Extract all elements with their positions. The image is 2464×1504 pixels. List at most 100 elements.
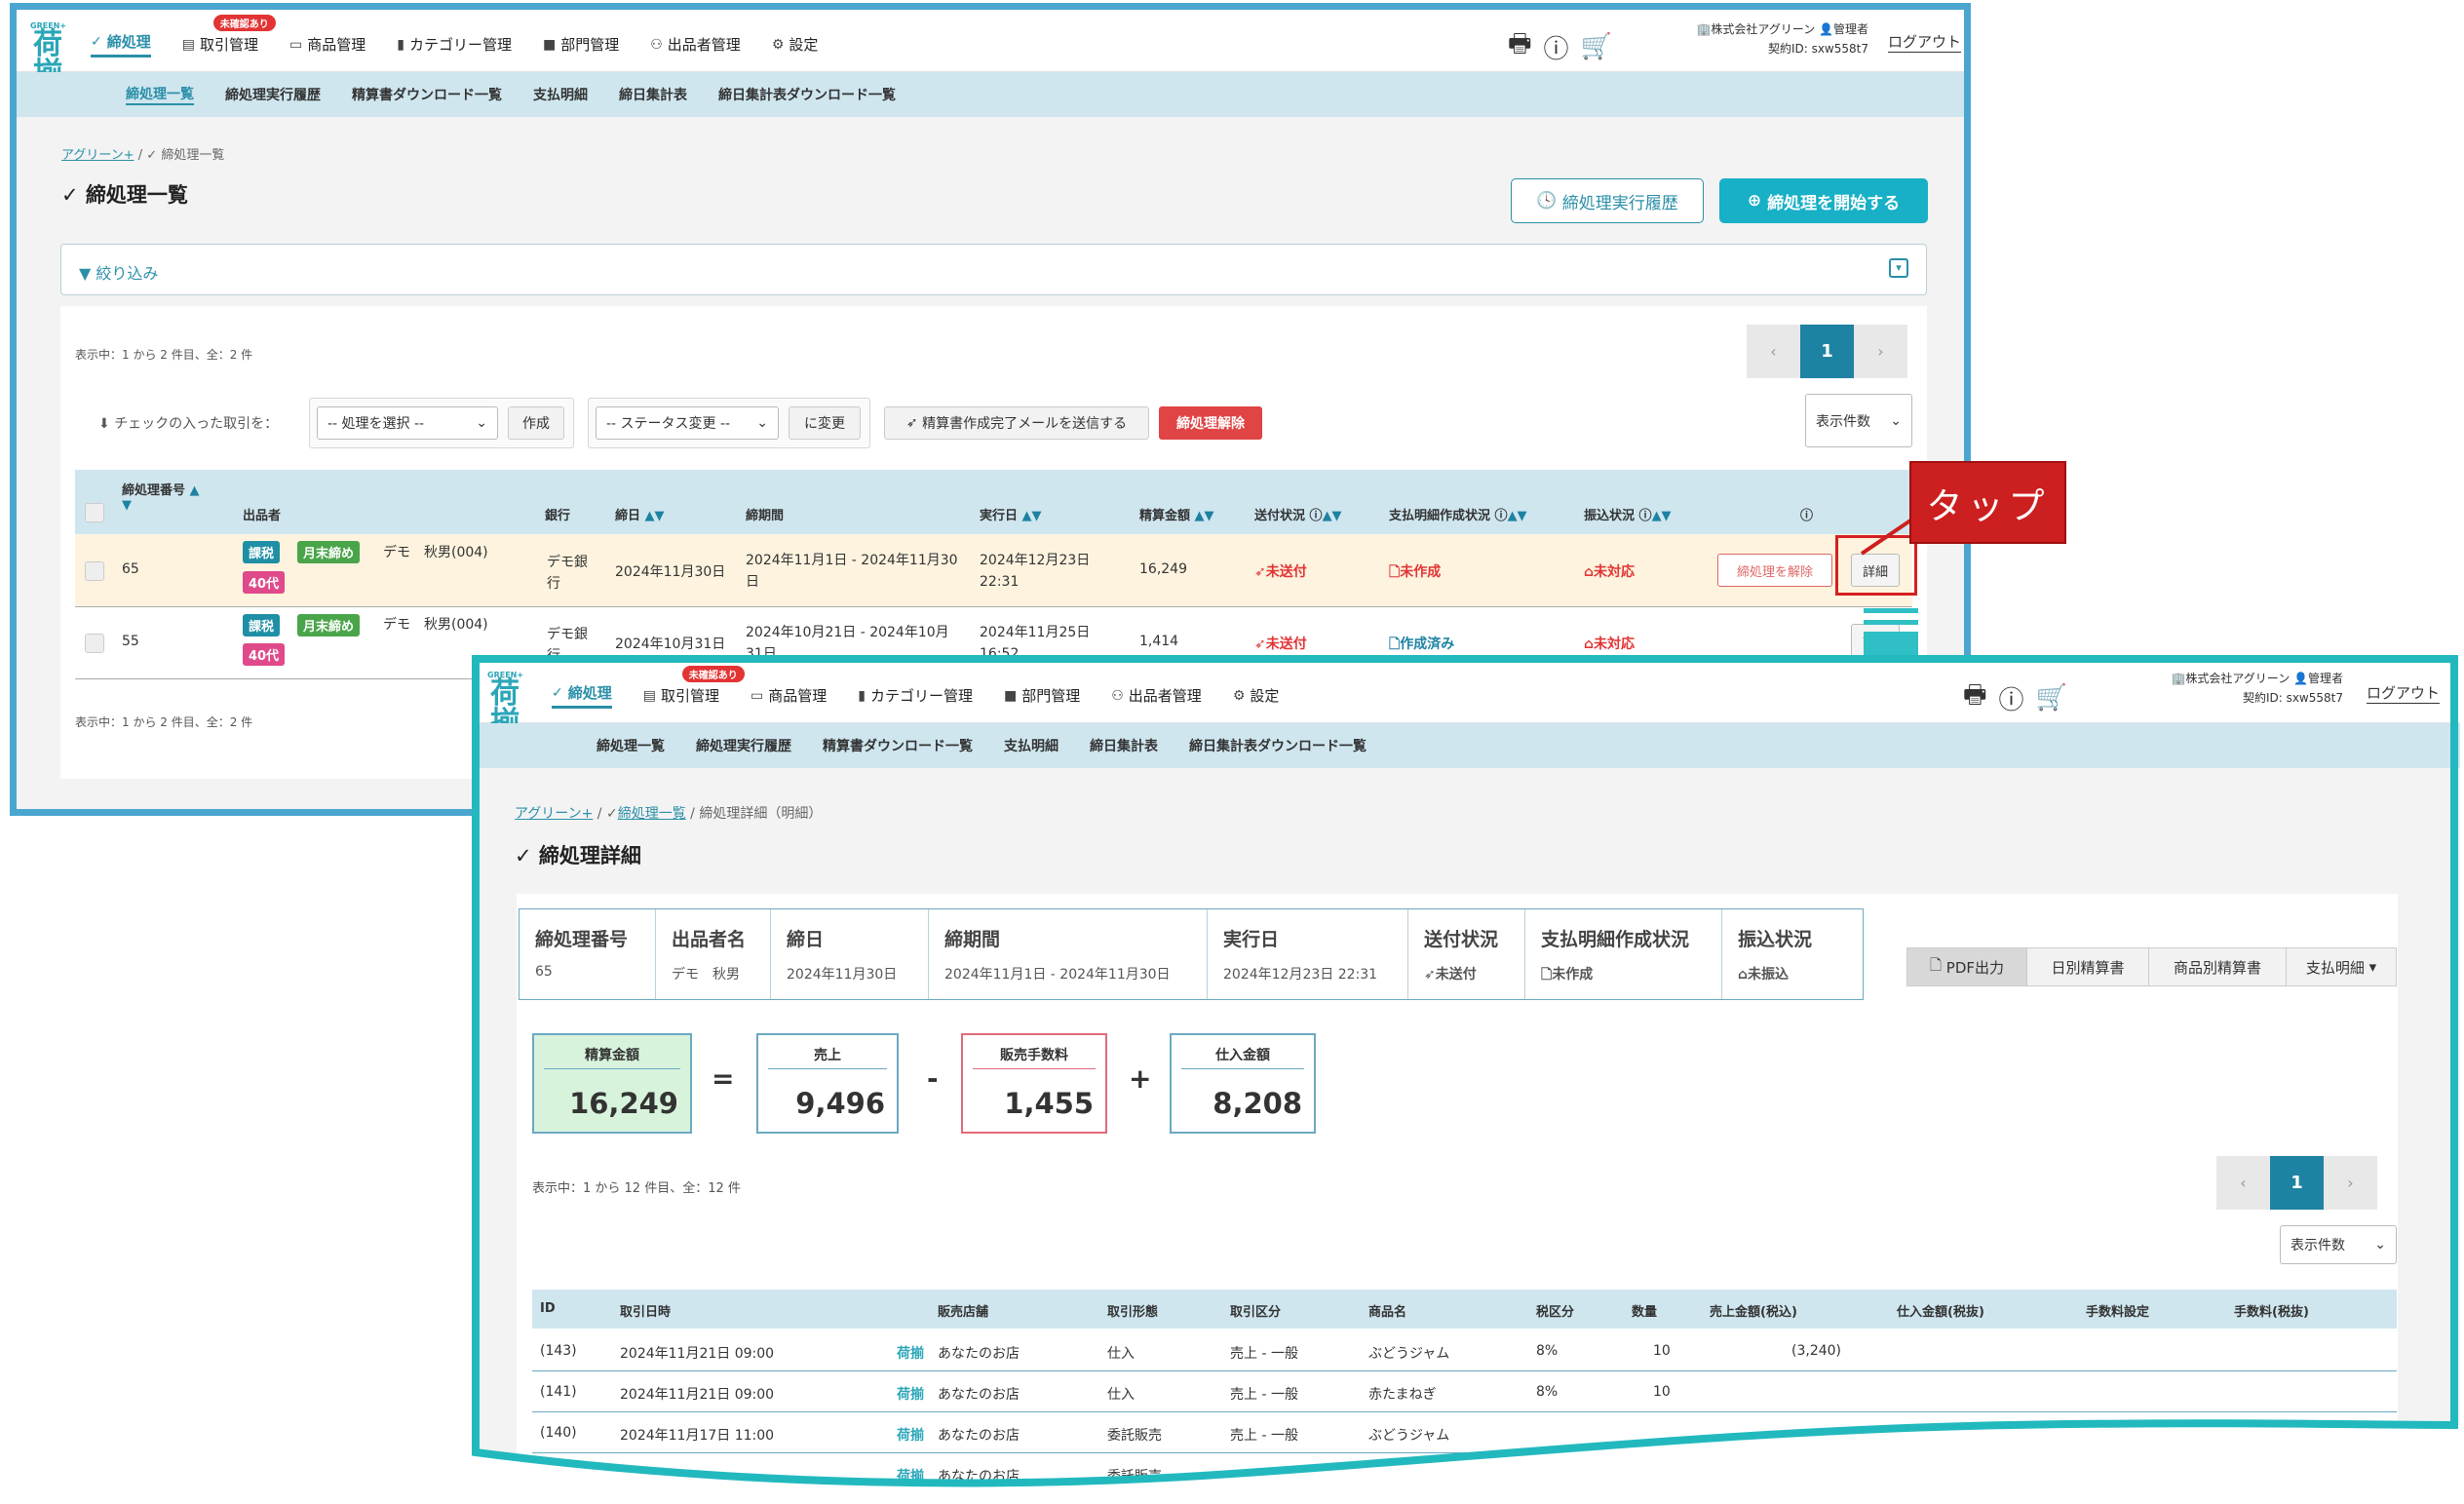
status-text: 未送付 xyxy=(1265,636,1307,652)
age-tag: 40代 xyxy=(243,643,286,666)
col-amount[interactable]: 精算金額 ▲▼ xyxy=(1139,505,1214,523)
change-button[interactable]: に変更 xyxy=(789,406,861,440)
nav-settings[interactable]: ⚙ 設定 xyxy=(772,34,819,55)
period-line: 2024年10月21日 - 2024年10月 xyxy=(746,625,949,640)
sort-icon: ▲▼ xyxy=(1651,509,1672,523)
create-button[interactable]: 作成 xyxy=(508,406,564,440)
nav-label: 取引管理 xyxy=(199,36,258,54)
sort-icon: ▲▼ xyxy=(644,509,665,523)
col-seller[interactable]: 出品者 xyxy=(243,505,281,523)
help-icon[interactable]: ⓘ xyxy=(1544,29,1569,65)
release-row-button[interactable]: 締処理を解除 xyxy=(1717,554,1832,587)
nav-categories[interactable]: ▮ カテゴリー管理 xyxy=(397,34,512,55)
filter-panel[interactable]: ▼ 絞り込み ▾ xyxy=(60,244,1927,295)
main-nav: ✓ 締処理 ▤ 取引管理 未確認あり ▭ 商品管理 ▮ カテゴリー管理 ■ 部門管理 ⚇ 出品… xyxy=(91,15,849,58)
sort-icon: ▲▼ xyxy=(1194,509,1214,523)
subnav-history[interactable]: 締処理実行履歴 xyxy=(225,85,321,104)
folder-icon: ■ xyxy=(542,36,557,53)
bulk-label-text: チェックの入った取引を： xyxy=(114,416,279,432)
tax-tag: 課税 xyxy=(243,541,281,563)
col-label: 送付状況 xyxy=(1254,509,1306,523)
start-closing-button[interactable]: ⊕ 締処理を開始する xyxy=(1719,178,1928,223)
breadcrumb-root[interactable]: アグリーン+ xyxy=(61,148,135,163)
check-circle-icon: ✓ xyxy=(61,183,79,207)
col-send-status[interactable]: 送付状況 ⓘ▲▼ xyxy=(1254,505,1342,523)
contract-id: 契約ID: sxw558t7 xyxy=(1767,42,1868,56)
table-header xyxy=(75,470,1912,534)
bank-line: デモ銀 xyxy=(547,627,588,642)
printer-icon[interactable]: 🖶 xyxy=(1508,25,1532,68)
col-close-date[interactable]: 締日 ▲▼ xyxy=(615,505,665,523)
subnav-payment[interactable]: 支払明細 xyxy=(533,85,588,104)
button-label: 締処理を開始する xyxy=(1767,193,1901,213)
subnav-summary-download[interactable]: 締日集計表ダウンロード一覧 xyxy=(718,85,896,104)
col-bank[interactable]: 銀行 xyxy=(545,505,570,523)
chevron-down-icon[interactable]: ▾ xyxy=(1889,258,1908,278)
release-closing-button[interactable]: 締処理解除 xyxy=(1159,406,1262,440)
row-closing-no[interactable]: 65 xyxy=(122,561,139,577)
subnav-closing-list[interactable]: 締処理一覧 xyxy=(126,84,194,105)
tax-tag: 課税 xyxy=(243,614,281,636)
bank-icon: ⌂ xyxy=(1584,564,1595,580)
col-payment-status[interactable]: 支払明細作成状況 ⓘ▲▼ xyxy=(1389,505,1527,523)
status-text: 未対応 xyxy=(1594,636,1636,652)
col-transfer-status[interactable]: 振込状況 ⓘ▲▼ xyxy=(1584,505,1672,523)
send-mail-button[interactable]: ➶ 精算書作成完了メールを送信する xyxy=(884,406,1149,440)
logout-link[interactable]: ログアウト xyxy=(1888,31,1962,53)
plus-circle-icon: ⊕ xyxy=(1747,191,1762,211)
period-line: 日 xyxy=(746,574,759,590)
subnav-statement-download[interactable]: 精算書ダウンロード一覧 xyxy=(352,85,502,104)
row-closing-no[interactable]: 55 xyxy=(122,634,139,649)
nav-departments[interactable]: ■ 部門管理 xyxy=(543,34,619,55)
page-1[interactable]: 1 xyxy=(1800,325,1854,378)
nav-closing[interactable]: ✓ 締処理 xyxy=(91,31,151,58)
nav-label: カテゴリー管理 xyxy=(408,36,512,54)
pagination: ‹ 1 › xyxy=(1747,325,1907,378)
nav-transactions[interactable]: ▤ 取引管理 未確認あり xyxy=(181,15,276,55)
row-checkbox[interactable] xyxy=(85,634,104,653)
send-icon: ➶ xyxy=(1254,636,1266,652)
sort-icon: ▲▼ xyxy=(1507,509,1527,523)
col-exec-date[interactable]: 実行日 ▲▼ xyxy=(980,505,1042,523)
row-amount: 1,414 xyxy=(1139,634,1179,649)
row-period: 2024年11月1日 - 2024年11月30 日 xyxy=(746,550,958,593)
header-icons: 🖶 ⓘ 🛒 xyxy=(1508,25,1612,68)
breadcrumb-current: 締処理一覧 xyxy=(161,148,225,163)
sort-icon: ▲▼ xyxy=(1021,509,1042,523)
closing-history-button[interactable]: 🕓 締処理実行履歴 xyxy=(1511,178,1704,223)
row-seller: デモ 秋男(004) xyxy=(383,545,488,560)
bank-line: 行 xyxy=(547,576,560,592)
month-end-tag: 月末締め xyxy=(297,541,361,563)
row-checkbox[interactable] xyxy=(85,561,104,581)
per-page-select[interactable]: 表示件数 ⌄ xyxy=(1805,394,1912,447)
nav-sellers[interactable]: ⚇ 出品者管理 xyxy=(650,34,741,55)
page-prev[interactable]: ‹ xyxy=(1747,325,1800,378)
users-icon: ⚇ xyxy=(650,36,663,53)
send-icon: ➶ xyxy=(905,415,918,431)
nav-products[interactable]: ▭ 商品管理 xyxy=(289,34,366,55)
row-seller: デモ 秋男(004) xyxy=(383,617,488,633)
send-icon: ➶ xyxy=(1254,564,1266,580)
per-page-label: 表示件数 xyxy=(1816,413,1870,430)
user-info: 🏢株式会社アグリーン 👤管理者 契約ID: sxw558t7 xyxy=(1654,19,1868,58)
bulk-label: ⬇ チェックの入った取引を： xyxy=(98,413,278,433)
col-period[interactable]: 締期間 xyxy=(746,505,784,523)
user-icon: 👤 xyxy=(1819,22,1833,36)
help-icon[interactable]: ⓘ xyxy=(1800,505,1813,523)
select-all-checkbox[interactable] xyxy=(85,503,104,522)
user-role: 管理者 xyxy=(1832,22,1868,36)
page-next[interactable]: › xyxy=(1854,325,1907,378)
period-line: 2024年11月1日 - 2024年11月30 xyxy=(746,553,958,568)
status-text: 未作成 xyxy=(1400,564,1442,580)
cart-icon[interactable]: 🛒 xyxy=(1581,32,1612,61)
action-select[interactable]: -- 処理を選択 -- ⌄ xyxy=(317,406,498,440)
list-icon: ▤ xyxy=(181,36,195,53)
subnav-summary[interactable]: 締日集計表 xyxy=(619,85,687,104)
status-select[interactable]: -- ステータス変更 -- ⌄ xyxy=(596,406,779,440)
filter-icon: ▼ xyxy=(79,264,92,283)
page-title-text: 締処理一覧 xyxy=(85,183,188,207)
button-label: 精算書作成完了メールを送信する xyxy=(922,416,1128,432)
app-logo[interactable]: GREEN+ 荷揃 xyxy=(30,21,66,89)
col-closing-no[interactable]: 締処理番号 ▲ ▼ xyxy=(122,480,200,513)
col-label: 支払明細作成状況 xyxy=(1389,509,1491,523)
